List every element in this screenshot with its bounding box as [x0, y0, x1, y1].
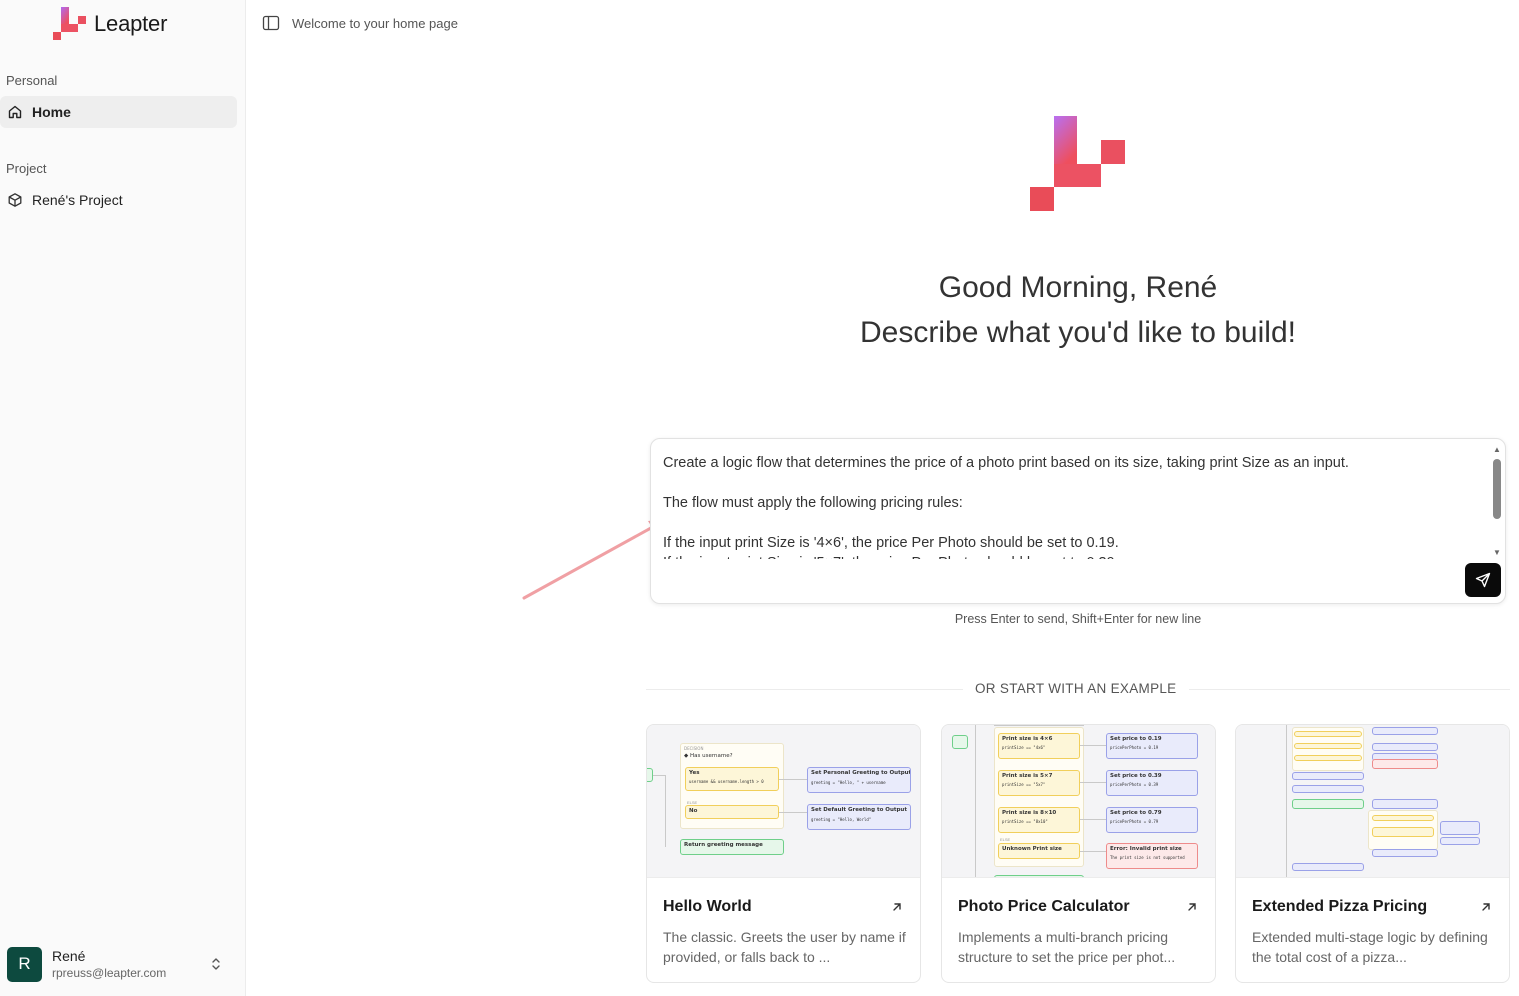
flow-node	[1294, 731, 1362, 737]
card-description: Implements a multi-branch pricing struct…	[958, 929, 1176, 965]
card-preview	[1236, 725, 1509, 878]
return-node: Return greeting message	[680, 839, 784, 855]
flow-node	[1440, 837, 1480, 845]
greeting-subtitle: Describe what you'd like to build!	[860, 316, 1296, 349]
send-icon	[1475, 572, 1491, 588]
flow-node	[1440, 821, 1480, 835]
flow-node	[1372, 815, 1434, 821]
leapter-logo-icon	[53, 7, 86, 40]
sidebar-item-label: Home	[32, 104, 71, 120]
card-preview: DECISION ◆ Has username? Yes username &&…	[647, 725, 920, 878]
greeting-title: Good Morning, René	[938, 271, 1218, 304]
flow-node	[1292, 799, 1364, 809]
sidebar: Leapter Personal Home Project René's Pro…	[0, 0, 246, 996]
brand[interactable]: Leapter	[52, 6, 167, 42]
scroll-up-icon[interactable]: ▲	[1493, 445, 1501, 454]
external-link-icon[interactable]	[1479, 900, 1493, 914]
scrollbar-thumb[interactable]	[1493, 459, 1501, 519]
no-branch-node: No	[685, 805, 779, 819]
sidebar-item-label: René's Project	[32, 192, 123, 208]
chevron-up-down-icon	[212, 958, 220, 970]
sidebar-toggle-icon[interactable]	[262, 14, 280, 32]
flow-node	[1372, 727, 1438, 735]
personal-section-label: Personal	[6, 73, 58, 88]
user-menu[interactable]: R René rpreuss@leapter.com	[0, 938, 237, 990]
else-label: ELSE	[1000, 837, 1011, 842]
set-personal-node: Set Personal Greeting to Output greeting…	[807, 767, 911, 793]
card-description: Extended multi-stage logic by defining t…	[1252, 929, 1488, 965]
project-section-label: Project	[6, 161, 47, 176]
flow-node	[1372, 849, 1438, 857]
flow-node	[1372, 827, 1434, 837]
flow-node	[1292, 785, 1364, 793]
flow-node	[1372, 743, 1438, 751]
scroll-down-icon[interactable]: ▼	[1493, 548, 1501, 557]
flow-node	[1294, 755, 1362, 761]
flow-node	[1294, 743, 1362, 749]
external-link-icon[interactable]	[890, 900, 904, 914]
topbar: Welcome to your home page	[262, 14, 458, 32]
examples-heading: OR START WITH AN EXAMPLE	[963, 681, 1189, 696]
condition-node: Print size is 8×10 printSize == "8x10"	[998, 807, 1080, 833]
app-name: Leapter	[94, 11, 168, 36]
return-node	[994, 875, 1084, 877]
yes-branch-node: Yes username && username.length > 0	[685, 767, 779, 791]
user-name: René	[52, 948, 86, 964]
sidebar-item-renes-project[interactable]: René's Project	[0, 184, 237, 216]
annotation-arrow-icon	[522, 519, 666, 600]
flow-node	[1372, 799, 1438, 809]
external-link-icon[interactable]	[1185, 900, 1199, 914]
prompt-scrollbar[interactable]: ▲ ▼	[1491, 445, 1503, 557]
card-title: Photo Price Calculator	[958, 898, 1130, 915]
sidebar-item-home[interactable]: Home	[0, 96, 237, 128]
card-title: Extended Pizza Pricing	[1252, 898, 1428, 915]
condition-node: Print size is 4×6 printSize == "4x6"	[998, 733, 1080, 759]
prompt-hint: Press Enter to send, Shift+Enter for new…	[954, 612, 1202, 626]
example-card-photo-price-calculator[interactable]: Print size is 4×6 printSize == "4x6" Pri…	[941, 724, 1216, 983]
prompt-input[interactable]: Create a logic flow that determines the …	[663, 453, 1483, 559]
cube-icon	[8, 193, 22, 207]
home-icon	[8, 105, 22, 119]
send-button[interactable]	[1465, 563, 1501, 597]
example-card-extended-pizza-pricing[interactable]: Extended Pizza Pricing Extended multi-st…	[1235, 724, 1510, 983]
prompt-box[interactable]: Create a logic flow that determines the …	[650, 438, 1506, 604]
card-preview: Print size is 4×6 printSize == "4x6" Pri…	[942, 725, 1215, 878]
action-node: Set price to 0.79 pricePerPhoto = 0.79	[1106, 807, 1198, 833]
avatar: R	[7, 946, 42, 982]
start-node	[952, 735, 968, 749]
card-title: Hello World	[663, 898, 752, 915]
leapter-hero-logo-icon	[1030, 116, 1125, 211]
flow-node	[1292, 863, 1364, 871]
unknown-node: Unknown Print size	[998, 843, 1080, 859]
set-default-node: Set Default Greeting to Output greeting …	[807, 804, 911, 830]
error-node: Error: Invalid print size The print size…	[1106, 843, 1198, 869]
action-node: Set price to 0.39 pricePerPhoto = 0.39	[1106, 770, 1198, 796]
example-card-hello-world[interactable]: DECISION ◆ Has username? Yes username &&…	[646, 724, 921, 983]
breadcrumb: Welcome to your home page	[292, 15, 458, 31]
card-description: The classic. Greets the user by name if …	[663, 929, 906, 965]
condition-node: Print size is 5×7 printSize == "5x7"	[998, 770, 1080, 796]
flow-node	[1372, 759, 1438, 769]
user-email: rpreuss@leapter.com	[52, 966, 167, 980]
action-node: Set price to 0.19 pricePerPhoto = 0.19	[1106, 733, 1198, 759]
flow-node	[1292, 772, 1364, 780]
